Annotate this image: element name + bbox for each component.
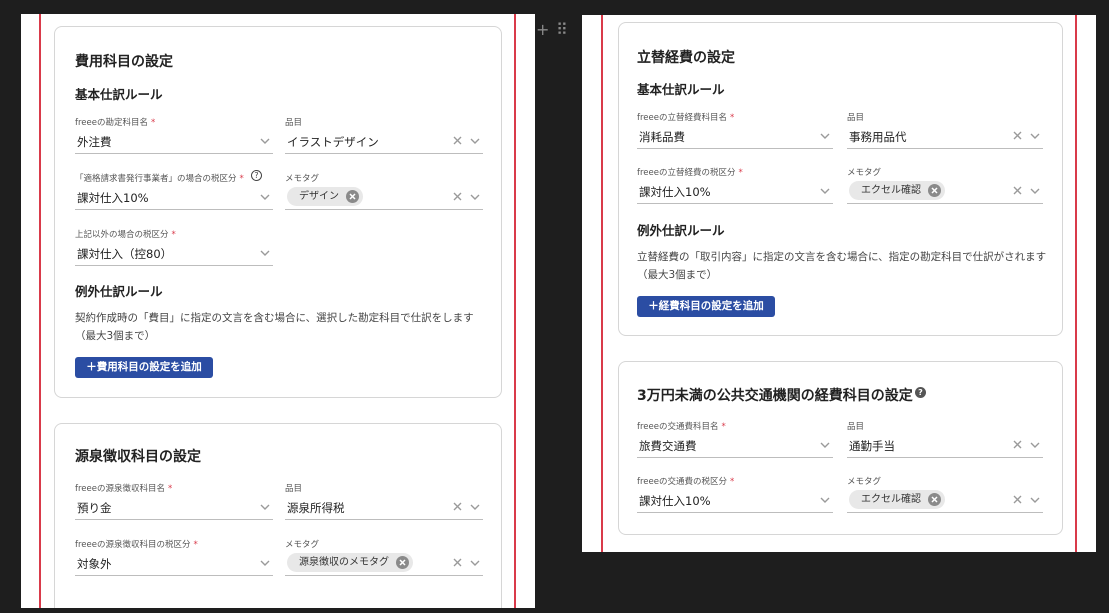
item-select[interactable]: イラストデザイン <box>285 130 483 154</box>
tax-label: freeeの交通費の税区分 * <box>637 477 735 487</box>
reimburse-settings-card: 立替経費の設定 基本仕訳ルール freeeの立替経費科目名 * 消耗品費 品目 事… <box>618 22 1063 336</box>
chevron-down-icon <box>1029 130 1041 142</box>
chevron-down-icon <box>819 185 831 197</box>
tax-label: freeeの立替経費の税区分 * <box>637 168 743 178</box>
add-expense-setting-button[interactable]: ＋費用科目の設定を追加 <box>75 357 213 378</box>
exception-description: 契約作成時の「費目」に指定の文言を含む場合に、選択した勘定科目で仕訳をします（最… <box>75 312 474 342</box>
chevron-down-icon <box>259 191 271 203</box>
item-label: 品目 <box>847 422 865 432</box>
chevron-down-icon <box>259 501 271 513</box>
memo-label: メモタグ <box>847 168 882 178</box>
card-title: 費用科目の設定 <box>75 54 173 70</box>
close-icon[interactable] <box>452 135 463 146</box>
add-block-icon[interactable]: + <box>536 20 549 39</box>
chevron-down-icon <box>469 557 481 569</box>
account-label: freeeの立替経費科目名 * <box>637 113 735 123</box>
close-icon[interactable] <box>1012 439 1023 450</box>
close-icon[interactable] <box>452 501 463 512</box>
chip-remove-icon[interactable] <box>928 184 941 197</box>
chevron-down-icon <box>469 191 481 203</box>
item-label: 品目 <box>285 484 303 494</box>
memo-chip: デザイン <box>287 187 363 206</box>
transport-settings-card: 3万円未満の公共交通機関の経費科目の設定 ? freeeの交通費科目名 * 旅費交… <box>618 361 1063 535</box>
account-label: freeeの源泉徴収科目名 * <box>75 484 173 494</box>
memo-tag-select[interactable]: デザイン <box>285 186 483 210</box>
help-icon[interactable]: ? <box>251 170 262 181</box>
exception-rule-heading: 例外仕訳ルール <box>75 284 163 299</box>
add-expense-account-button[interactable]: ＋経費科目の設定を追加 <box>637 296 775 317</box>
account-select[interactable]: 外注費 <box>75 130 273 154</box>
other-tax-label: 上記以外の場合の税区分 * <box>75 230 176 240</box>
expense-settings-card: 費用科目の設定 基本仕訳ルール freeeの勘定科目名 * 外注費 品目 イラスト… <box>54 26 502 398</box>
tax-select[interactable]: 課対仕入10% <box>637 180 833 204</box>
drag-handle-icon[interactable]: ⠿ <box>556 20 568 39</box>
exception-rule-heading: 例外仕訳ルール <box>637 223 725 238</box>
memo-label: メモタグ <box>847 477 882 487</box>
tax-select[interactable]: 課対仕入10% <box>637 489 833 513</box>
chevron-down-icon <box>1029 439 1041 451</box>
close-icon[interactable] <box>452 191 463 202</box>
withholding-settings-card: 源泉徴収科目の設定 freeeの源泉徴収科目名 * 預り金 品目 源泉所得税 fr… <box>54 423 502 608</box>
right-border-line <box>514 14 516 608</box>
item-label: 品目 <box>847 113 865 123</box>
close-icon[interactable] <box>1012 494 1023 505</box>
account-label: freeeの勘定科目名 * <box>75 118 156 128</box>
item-select[interactable]: 事務用品代 <box>847 125 1043 149</box>
exception-description: 立替経費の「取引内容」に指定の文言を含む場合に、指定の勘定科目で仕訳がされます（… <box>637 251 1047 281</box>
right-border-line <box>1075 15 1077 552</box>
chip-remove-icon[interactable] <box>346 190 359 203</box>
tax-label: freeeの源泉徴収科目の税区分 * <box>75 540 198 550</box>
chevron-down-icon <box>259 247 271 259</box>
right-panel: 立替経費の設定 基本仕訳ルール freeeの立替経費科目名 * 消耗品費 品目 事… <box>582 15 1096 552</box>
chevron-down-icon <box>259 135 271 147</box>
memo-chip: エクセル確認 <box>849 490 945 509</box>
item-select[interactable]: 源泉所得税 <box>285 496 483 520</box>
item-select[interactable]: 通勤手当 <box>847 434 1043 458</box>
account-select[interactable]: 消耗品費 <box>637 125 833 149</box>
memo-label: メモタグ <box>285 540 320 550</box>
memo-tag-select[interactable]: エクセル確認 <box>847 489 1043 513</box>
memo-tag-select[interactable]: 源泉徴収のメモタグ <box>285 552 483 576</box>
memo-label: メモタグ <box>285 174 320 184</box>
chevron-down-icon <box>1029 494 1041 506</box>
memo-chip: 源泉徴収のメモタグ <box>287 553 413 572</box>
chevron-down-icon <box>469 501 481 513</box>
chip-remove-icon[interactable] <box>396 556 409 569</box>
tax-select[interactable]: 課対仕入10% <box>75 186 273 210</box>
other-tax-select[interactable]: 課対仕入（控80） <box>75 242 273 266</box>
memo-tag-select[interactable]: エクセル確認 <box>847 180 1043 204</box>
item-label: 品目 <box>285 118 303 128</box>
tax-label: 「適格請求書発行事業者」の場合の税区分 * <box>75 174 244 184</box>
left-border-line <box>601 15 603 552</box>
account-select[interactable]: 旅費交通費 <box>637 434 833 458</box>
close-icon[interactable] <box>1012 130 1023 141</box>
close-icon[interactable] <box>452 557 463 568</box>
card-title: 立替経費の設定 <box>637 50 735 66</box>
basic-rule-heading: 基本仕訳ルール <box>75 87 163 102</box>
left-border-line <box>39 14 41 608</box>
chip-remove-icon[interactable] <box>928 493 941 506</box>
chevron-down-icon <box>819 439 831 451</box>
card-title: 3万円未満の公共交通機関の経費科目の設定 <box>637 388 913 404</box>
chevron-down-icon <box>1029 185 1041 197</box>
chevron-down-icon <box>469 135 481 147</box>
account-label: freeeの交通費科目名 * <box>637 422 726 432</box>
chevron-down-icon <box>819 130 831 142</box>
memo-chip: エクセル確認 <box>849 181 945 200</box>
chevron-down-icon <box>819 494 831 506</box>
account-select[interactable]: 預り金 <box>75 496 273 520</box>
left-panel: 費用科目の設定 基本仕訳ルール freeeの勘定科目名 * 外注費 品目 イラスト… <box>21 14 535 608</box>
chevron-down-icon <box>259 557 271 569</box>
help-icon[interactable]: ? <box>915 387 926 398</box>
close-icon[interactable] <box>1012 185 1023 196</box>
card-title: 源泉徴収科目の設定 <box>75 449 201 465</box>
basic-rule-heading: 基本仕訳ルール <box>637 82 725 97</box>
tax-select[interactable]: 対象外 <box>75 552 273 576</box>
